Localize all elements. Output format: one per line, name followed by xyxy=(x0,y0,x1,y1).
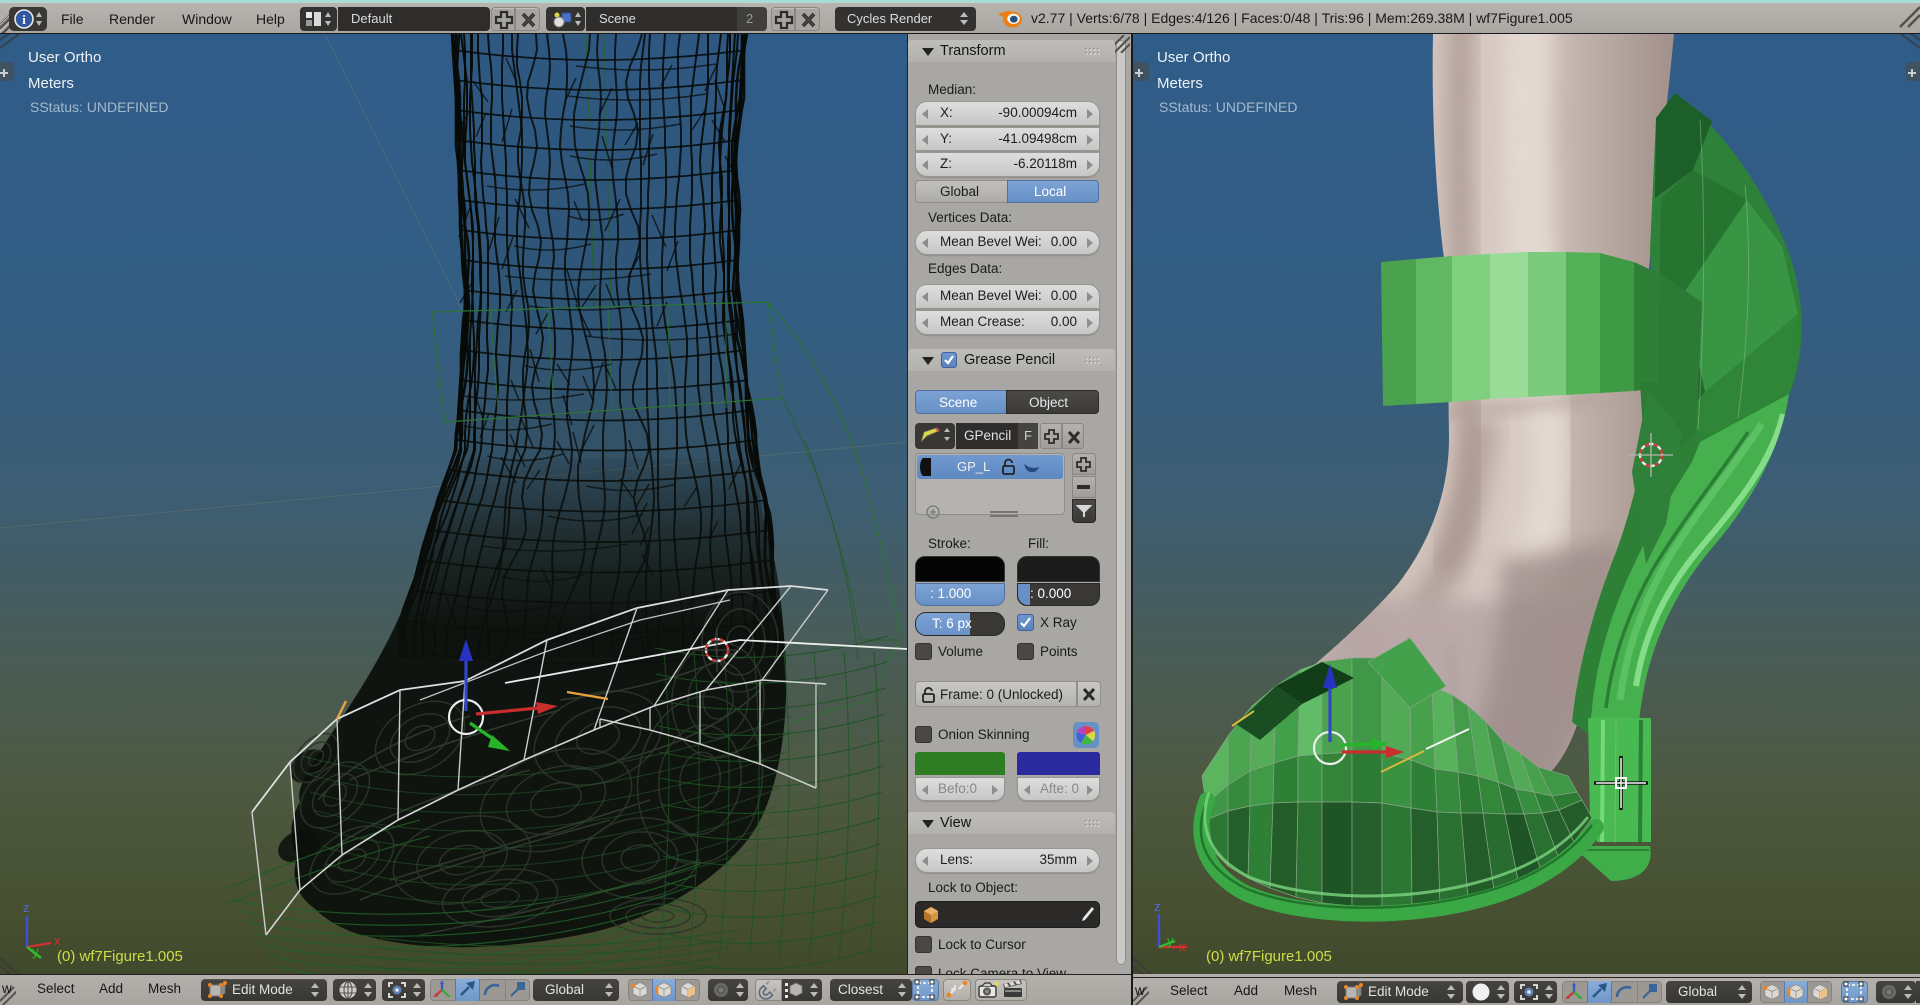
svg-text:z: z xyxy=(1154,899,1161,914)
svg-text:(0) wf7Figure1.005: (0) wf7Figure1.005 xyxy=(1206,948,1332,965)
svg-text:y: y xyxy=(32,944,39,959)
svg-text:z: z xyxy=(23,900,30,915)
svg-text:Meters: Meters xyxy=(28,75,74,92)
svg-text:x: x xyxy=(54,933,61,948)
svg-text:SStatus: UNDEFINED: SStatus: UNDEFINED xyxy=(30,99,168,115)
svg-text:User Ortho: User Ortho xyxy=(28,49,101,66)
svg-text:Meters: Meters xyxy=(1157,75,1203,92)
svg-text:User Ortho: User Ortho xyxy=(1157,49,1230,66)
svg-text:SStatus: UNDEFINED: SStatus: UNDEFINED xyxy=(1159,99,1297,115)
svg-text:x: x xyxy=(1179,939,1186,954)
svg-text:(0) wf7Figure1.005: (0) wf7Figure1.005 xyxy=(57,948,183,965)
svg-text:i: i xyxy=(22,12,26,27)
svg-text:y: y xyxy=(1167,933,1174,948)
